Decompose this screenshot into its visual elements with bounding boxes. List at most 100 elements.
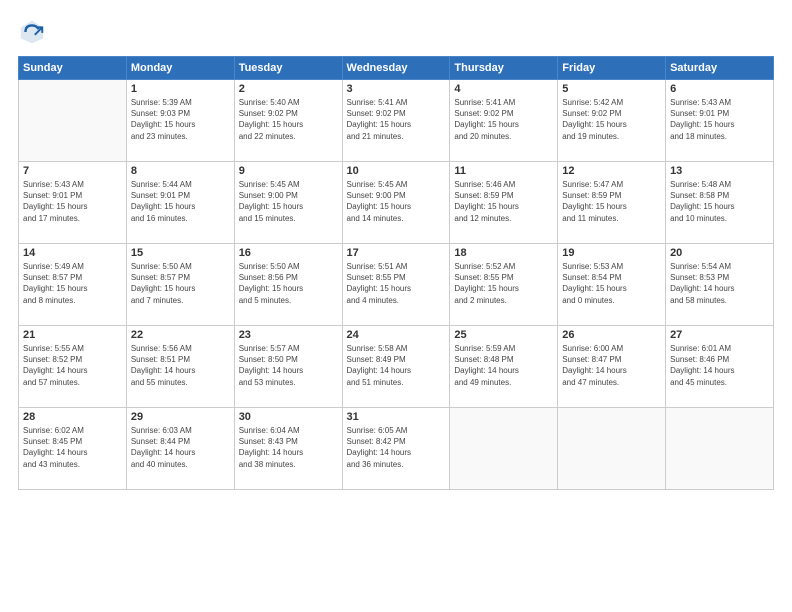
day-info: Sunrise: 5:45 AMSunset: 9:00 PMDaylight:… bbox=[239, 179, 338, 224]
day-info: Sunrise: 5:40 AMSunset: 9:02 PMDaylight:… bbox=[239, 97, 338, 142]
calendar-cell: 10 Sunrise: 5:45 AMSunset: 9:00 PMDayligh… bbox=[342, 162, 450, 244]
calendar-cell bbox=[450, 408, 558, 490]
calendar-cell: 19Sunrise: 5:53 AMSunset: 8:54 PMDayligh… bbox=[558, 244, 666, 326]
day-info: Sunrise: 5:59 AMSunset: 8:48 PMDaylight:… bbox=[454, 343, 553, 388]
calendar-cell: 7 Sunrise: 5:43 AMSunset: 9:01 PMDaylight… bbox=[19, 162, 127, 244]
day-number: 23 bbox=[239, 329, 338, 341]
day-info: Sunrise: 6:01 AMSunset: 8:46 PMDaylight:… bbox=[670, 343, 769, 388]
day-info: Sunrise: 5:50 AMSunset: 8:57 PMDaylight:… bbox=[131, 261, 230, 306]
calendar-cell: 22 Sunrise: 5:56 AMSunset: 8:51 PMDayligh… bbox=[126, 326, 234, 408]
day-number: 24 bbox=[347, 329, 446, 341]
calendar-cell: 12Sunrise: 5:47 AMSunset: 8:59 PMDayligh… bbox=[558, 162, 666, 244]
page: SundayMondayTuesdayWednesdayThursdayFrid… bbox=[0, 0, 792, 612]
day-number: 7 bbox=[23, 165, 122, 177]
calendar-week-row: 1Sunrise: 5:39 AMSunset: 9:03 PMDaylight… bbox=[19, 80, 774, 162]
calendar-cell: 9 Sunrise: 5:45 AMSunset: 9:00 PMDaylight… bbox=[234, 162, 342, 244]
day-info: Sunrise: 5:56 AMSunset: 8:51 PMDaylight:… bbox=[131, 343, 230, 388]
day-info: Sunrise: 6:05 AMSunset: 8:42 PMDaylight:… bbox=[347, 425, 446, 470]
calendar-cell: 4 Sunrise: 5:41 AMSunset: 9:02 PMDaylight… bbox=[450, 80, 558, 162]
day-number: 19 bbox=[562, 247, 661, 259]
day-info: Sunrise: 5:41 AMSunset: 9:02 PMDaylight:… bbox=[454, 97, 553, 142]
day-number: 5 bbox=[562, 83, 661, 95]
calendar-cell: 21Sunrise: 5:55 AMSunset: 8:52 PMDayligh… bbox=[19, 326, 127, 408]
header bbox=[18, 18, 774, 46]
day-info: Sunrise: 5:44 AMSunset: 9:01 PMDaylight:… bbox=[131, 179, 230, 224]
calendar-cell: 29 Sunrise: 6:03 AMSunset: 8:44 PMDayligh… bbox=[126, 408, 234, 490]
day-info: Sunrise: 5:54 AMSunset: 8:53 PMDaylight:… bbox=[670, 261, 769, 306]
calendar-cell: 3 Sunrise: 5:41 AMSunset: 9:02 PMDaylight… bbox=[342, 80, 450, 162]
calendar-cell: 6 Sunrise: 5:43 AMSunset: 9:01 PMDaylight… bbox=[666, 80, 774, 162]
calendar-cell: 27 Sunrise: 6:01 AMSunset: 8:46 PMDayligh… bbox=[666, 326, 774, 408]
calendar-cell: 15 Sunrise: 5:50 AMSunset: 8:57 PMDayligh… bbox=[126, 244, 234, 326]
calendar-cell bbox=[666, 408, 774, 490]
day-number: 13 bbox=[670, 165, 769, 177]
calendar-header-row: SundayMondayTuesdayWednesdayThursdayFrid… bbox=[19, 57, 774, 80]
calendar-cell: 25 Sunrise: 5:59 AMSunset: 8:48 PMDayligh… bbox=[450, 326, 558, 408]
calendar-week-row: 14Sunrise: 5:49 AMSunset: 8:57 PMDayligh… bbox=[19, 244, 774, 326]
day-number: 17 bbox=[347, 247, 446, 259]
calendar-cell: 5 Sunrise: 5:42 AMSunset: 9:02 PMDaylight… bbox=[558, 80, 666, 162]
day-info: Sunrise: 5:58 AMSunset: 8:49 PMDaylight:… bbox=[347, 343, 446, 388]
day-info: Sunrise: 6:04 AMSunset: 8:43 PMDaylight:… bbox=[239, 425, 338, 470]
calendar-cell: 14Sunrise: 5:49 AMSunset: 8:57 PMDayligh… bbox=[19, 244, 127, 326]
day-number: 20 bbox=[670, 247, 769, 259]
day-number: 25 bbox=[454, 329, 553, 341]
day-number: 12 bbox=[562, 165, 661, 177]
calendar-day-header: Monday bbox=[126, 57, 234, 80]
day-info: Sunrise: 5:51 AMSunset: 8:55 PMDaylight:… bbox=[347, 261, 446, 306]
day-info: Sunrise: 6:00 AMSunset: 8:47 PMDaylight:… bbox=[562, 343, 661, 388]
calendar-week-row: 21Sunrise: 5:55 AMSunset: 8:52 PMDayligh… bbox=[19, 326, 774, 408]
day-number: 14 bbox=[23, 247, 122, 259]
day-number: 6 bbox=[670, 83, 769, 95]
logo bbox=[18, 18, 50, 46]
day-info: Sunrise: 5:48 AMSunset: 8:58 PMDaylight:… bbox=[670, 179, 769, 224]
calendar-cell: 11Sunrise: 5:46 AMSunset: 8:59 PMDayligh… bbox=[450, 162, 558, 244]
day-info: Sunrise: 5:41 AMSunset: 9:02 PMDaylight:… bbox=[347, 97, 446, 142]
calendar-day-header: Sunday bbox=[19, 57, 127, 80]
day-number: 9 bbox=[239, 165, 338, 177]
calendar-cell: 30 Sunrise: 6:04 AMSunset: 8:43 PMDayligh… bbox=[234, 408, 342, 490]
calendar-week-row: 28Sunrise: 6:02 AMSunset: 8:45 PMDayligh… bbox=[19, 408, 774, 490]
day-info: Sunrise: 5:43 AMSunset: 9:01 PMDaylight:… bbox=[670, 97, 769, 142]
day-number: 29 bbox=[131, 411, 230, 423]
day-info: Sunrise: 5:57 AMSunset: 8:50 PMDaylight:… bbox=[239, 343, 338, 388]
day-number: 18 bbox=[454, 247, 553, 259]
day-number: 4 bbox=[454, 83, 553, 95]
day-number: 15 bbox=[131, 247, 230, 259]
day-number: 8 bbox=[131, 165, 230, 177]
calendar-week-row: 7 Sunrise: 5:43 AMSunset: 9:01 PMDaylight… bbox=[19, 162, 774, 244]
day-info: Sunrise: 5:45 AMSunset: 9:00 PMDaylight:… bbox=[347, 179, 446, 224]
calendar-cell: 1Sunrise: 5:39 AMSunset: 9:03 PMDaylight… bbox=[126, 80, 234, 162]
day-number: 3 bbox=[347, 83, 446, 95]
day-number: 21 bbox=[23, 329, 122, 341]
day-info: Sunrise: 5:42 AMSunset: 9:02 PMDaylight:… bbox=[562, 97, 661, 142]
calendar-day-header: Wednesday bbox=[342, 57, 450, 80]
day-number: 26 bbox=[562, 329, 661, 341]
day-info: Sunrise: 5:39 AMSunset: 9:03 PMDaylight:… bbox=[131, 97, 230, 142]
calendar-cell: 2 Sunrise: 5:40 AMSunset: 9:02 PMDaylight… bbox=[234, 80, 342, 162]
day-number: 11 bbox=[454, 165, 553, 177]
day-info: Sunrise: 6:03 AMSunset: 8:44 PMDaylight:… bbox=[131, 425, 230, 470]
day-info: Sunrise: 5:50 AMSunset: 8:56 PMDaylight:… bbox=[239, 261, 338, 306]
calendar-cell bbox=[19, 80, 127, 162]
calendar-cell: 17 Sunrise: 5:51 AMSunset: 8:55 PMDayligh… bbox=[342, 244, 450, 326]
calendar-day-header: Thursday bbox=[450, 57, 558, 80]
day-number: 16 bbox=[239, 247, 338, 259]
calendar-cell: 23 Sunrise: 5:57 AMSunset: 8:50 PMDayligh… bbox=[234, 326, 342, 408]
calendar-cell: 28Sunrise: 6:02 AMSunset: 8:45 PMDayligh… bbox=[19, 408, 127, 490]
day-info: Sunrise: 5:43 AMSunset: 9:01 PMDaylight:… bbox=[23, 179, 122, 224]
calendar-cell: 24 Sunrise: 5:58 AMSunset: 8:49 PMDayligh… bbox=[342, 326, 450, 408]
calendar-table: SundayMondayTuesdayWednesdayThursdayFrid… bbox=[18, 56, 774, 490]
day-number: 2 bbox=[239, 83, 338, 95]
day-number: 30 bbox=[239, 411, 338, 423]
day-number: 22 bbox=[131, 329, 230, 341]
day-info: Sunrise: 5:52 AMSunset: 8:55 PMDaylight:… bbox=[454, 261, 553, 306]
calendar-cell: 26 Sunrise: 6:00 AMSunset: 8:47 PMDayligh… bbox=[558, 326, 666, 408]
day-number: 10 bbox=[347, 165, 446, 177]
day-number: 28 bbox=[23, 411, 122, 423]
calendar-cell: 20 Sunrise: 5:54 AMSunset: 8:53 PMDayligh… bbox=[666, 244, 774, 326]
calendar-cell: 13 Sunrise: 5:48 AMSunset: 8:58 PMDayligh… bbox=[666, 162, 774, 244]
day-number: 31 bbox=[347, 411, 446, 423]
calendar-day-header: Friday bbox=[558, 57, 666, 80]
day-number: 27 bbox=[670, 329, 769, 341]
